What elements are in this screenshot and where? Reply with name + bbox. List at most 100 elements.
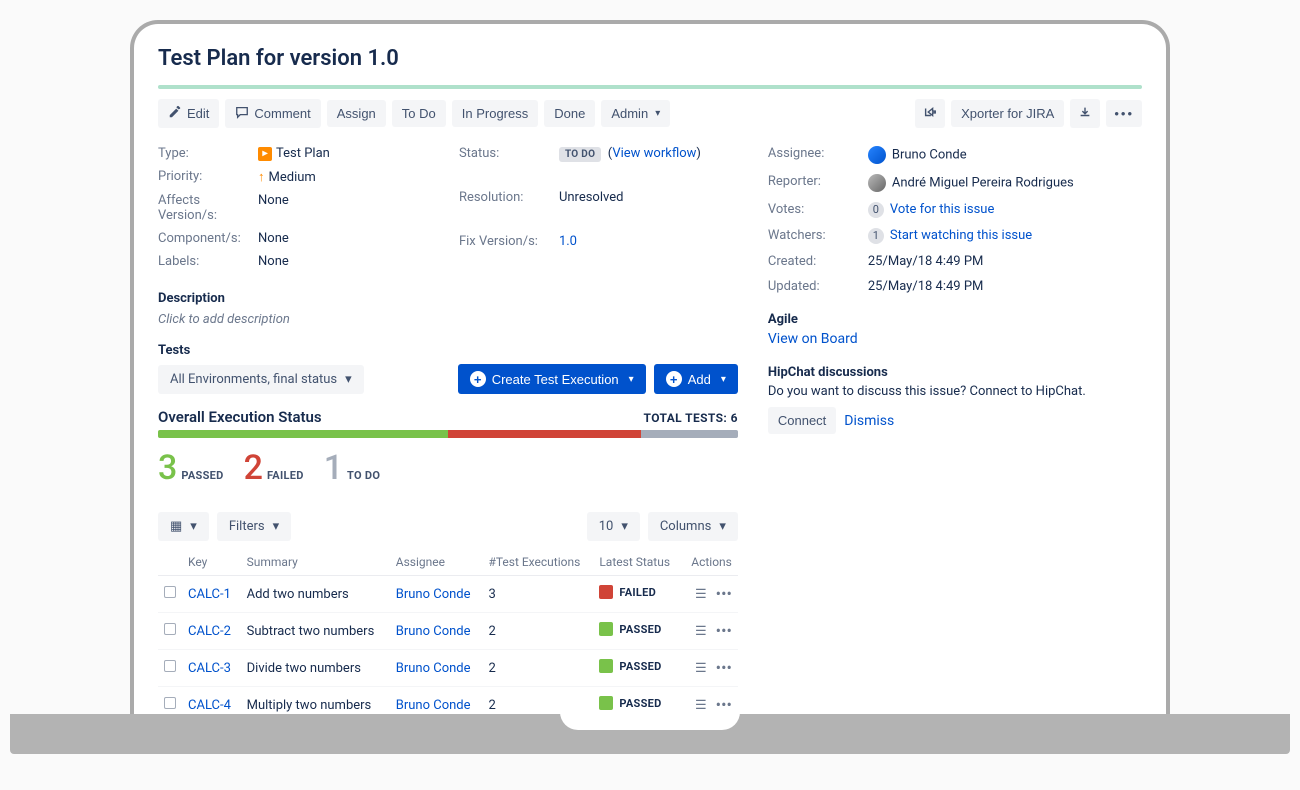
done-button[interactable]: Done [544,100,595,127]
export-button[interactable] [1070,99,1100,128]
fixversion-link[interactable]: 1.0 [559,234,577,249]
share-button[interactable] [915,99,945,128]
view-workflow-link[interactable]: View workflow [612,146,696,161]
laptop-notch [560,712,740,730]
test-assignee-link[interactable]: Bruno Conde [396,587,471,602]
row-checkbox[interactable] [164,623,176,635]
test-exec-count: 2 [482,650,593,687]
assign-button[interactable]: Assign [327,100,386,127]
test-key-link[interactable]: CALC-3 [188,661,231,676]
bar-segment-failed [448,430,641,438]
comment-button[interactable]: Comment [225,99,320,128]
row-more-button[interactable]: ••• [716,623,732,639]
xporter-label: Xporter for JIRA [961,106,1054,121]
col-key: Key [182,549,241,576]
assign-label: Assign [337,106,376,121]
test-assignee-link[interactable]: Bruno Conde [396,661,471,676]
test-key-link[interactable]: CALC-2 [188,624,231,639]
status-value: TO DO (View workflow) [559,146,738,182]
people-dates: Assignee: Bruno Conde Reporter: André Mi… [768,146,1142,294]
xporter-button[interactable]: Xporter for JIRA [951,100,1064,127]
chevron-down-icon: ▾ [721,374,726,385]
environment-dropdown[interactable]: All Environments, final status ▾ [158,365,364,394]
table-row: CALC-1Add two numbersBruno Conde3FAILED☰… [158,576,738,613]
status-swatch [599,622,613,636]
export-icon [1078,105,1092,122]
row-checkbox[interactable] [164,586,176,598]
status-swatch [599,585,613,599]
watch-link[interactable]: Start watching this issue [890,228,1032,243]
row-detail-button[interactable]: ☰ [695,661,706,676]
test-assignee-link[interactable]: Bruno Conde [396,698,471,713]
labels-label: Labels: [158,254,258,269]
chevron-down-icon: ▾ [629,374,634,385]
bar-segment-todo [641,430,738,438]
edit-button[interactable]: Edit [158,99,219,128]
test-summary: Multiply two numbers [241,687,390,715]
row-detail-button[interactable]: ☰ [695,587,706,602]
table-controls: ▦▾ Filters▾ 10▾ Columns▾ [158,512,738,541]
more-button[interactable]: ••• [1106,100,1142,127]
hipchat-connect-button[interactable]: Connect [768,407,836,434]
toolbar: Edit Comment Assign To Do In Progress Do… [158,99,1142,128]
done-label: Done [554,106,585,121]
failed-count: 2 [244,448,263,488]
vote-link[interactable]: Vote for this issue [890,202,994,217]
comment-label: Comment [254,106,310,121]
inprogress-button[interactable]: In Progress [452,100,538,127]
row-detail-button[interactable]: ☰ [695,624,706,639]
comment-icon [235,105,249,122]
latest-status: PASSED [599,696,661,710]
status-lozenge: TO DO [559,147,601,162]
view-on-board-link[interactable]: View on Board [768,331,858,347]
hipchat-heading: HipChat discussions [768,365,1142,380]
row-detail-button[interactable]: ☰ [695,698,706,713]
table-row: CALC-2Subtract two numbersBruno Conde2PA… [158,613,738,650]
todo-button[interactable]: To Do [392,100,446,127]
hipchat-dismiss-link[interactable]: Dismiss [844,413,894,429]
resolution-value: Unresolved [559,190,738,225]
share-icon [923,105,937,122]
row-checkbox[interactable] [164,660,176,672]
votes-label: Votes: [768,202,868,218]
component-label: Component/s: [158,231,258,246]
row-more-button[interactable]: ••• [716,660,732,676]
col-actions: Actions [682,549,738,576]
chevron-down-icon: ▾ [655,108,660,119]
latest-status: PASSED [599,659,661,673]
tests-heading: Tests [158,343,738,358]
pagesize-dropdown[interactable]: 10▾ [587,512,640,541]
test-key-link[interactable]: CALC-1 [188,587,231,602]
test-exec-count: 2 [482,687,593,715]
view-mode-dropdown[interactable]: ▦▾ [158,512,209,541]
add-test-button[interactable]: + Add ▾ [654,364,738,394]
avatar [868,174,886,192]
votes-count: 0 [868,202,884,218]
row-more-button[interactable]: ••• [716,697,732,713]
priority-label: Priority: [158,169,258,185]
admin-button[interactable]: Admin ▾ [601,100,670,127]
table-row: CALC-4 Multiply two numbers Bruno Conde 2 PA… [158,687,738,715]
row-more-button[interactable]: ••• [716,586,732,602]
avatar [868,146,886,164]
screen-content: Test Plan for version 1.0 Edit Comment A… [158,46,1142,714]
create-test-execution-button[interactable]: + Create Test Execution ▾ [458,364,646,394]
test-summary: Divide two numbers [241,650,390,687]
reporter-label: Reporter: [768,174,868,192]
chevron-down-icon: ▾ [190,519,197,534]
list-icon: ▦ [170,519,182,534]
affects-value: None [258,193,437,223]
created-value: 25/May/18 4:49 PM [868,254,1142,269]
title-divider [158,85,1142,89]
priority-value: ↑Medium [258,169,437,185]
updated-value: 25/May/18 4:49 PM [868,279,1142,294]
columns-dropdown[interactable]: Columns▾ [648,512,738,541]
description-placeholder[interactable]: Click to add description [158,312,738,327]
test-assignee-link[interactable]: Bruno Conde [396,624,471,639]
chevron-down-icon: ▾ [273,519,280,534]
test-key-link[interactable]: CALC-4 [188,698,231,713]
filters-dropdown[interactable]: Filters▾ [217,512,291,541]
row-checkbox[interactable] [164,697,176,709]
todo-label: To Do [402,106,436,121]
chevron-down-icon: ▾ [621,519,628,534]
